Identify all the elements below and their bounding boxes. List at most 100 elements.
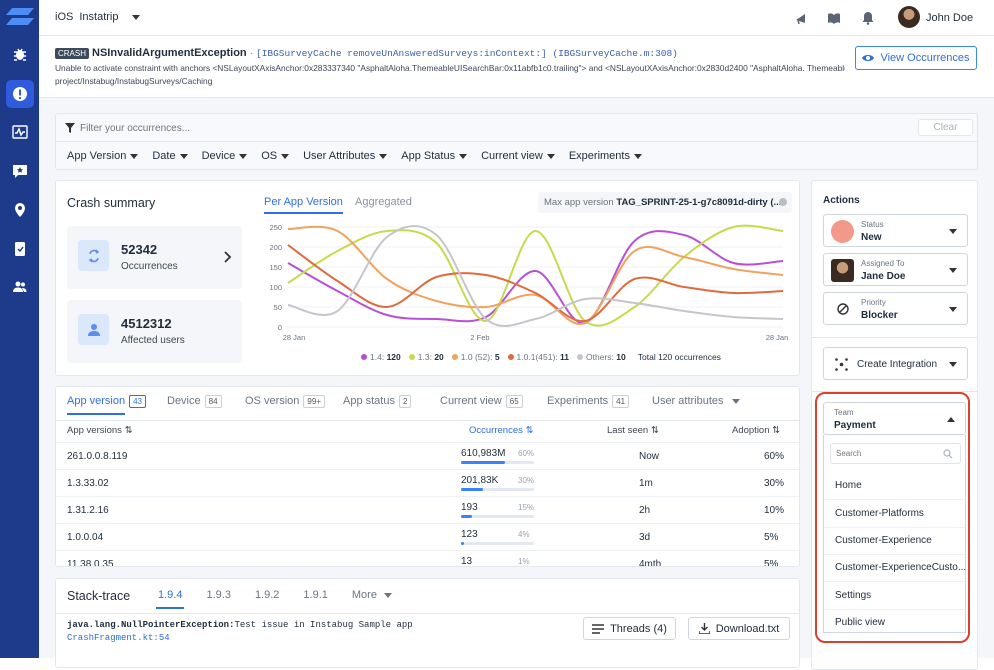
header-app-versions[interactable]: App versions ⇅ <box>67 425 133 436</box>
megaphone-icon[interactable] <box>794 11 808 25</box>
team-search-box[interactable] <box>830 443 961 464</box>
tab-aggregated[interactable]: Aggregated <box>355 196 412 208</box>
docs-book-icon[interactable] <box>827 11 841 25</box>
avatar[interactable] <box>898 6 920 28</box>
status-select[interactable]: Status New <box>823 214 968 247</box>
row-occ-percent: 30% <box>518 476 534 485</box>
download-button[interactable]: Download.txt <box>688 617 790 640</box>
release-phone-icon[interactable] <box>6 235 34 263</box>
team-option[interactable]: Customer-Experience <box>824 527 965 554</box>
app-switcher[interactable]: iOS Instatrip <box>55 11 140 23</box>
table-row[interactable]: 1.31.2.1619315%2h10% <box>56 496 799 523</box>
header-adoption-label: Adoption <box>732 425 770 436</box>
priority-select[interactable]: Priority Blocker <box>823 292 968 325</box>
legend-label: 1.3: <box>418 352 432 362</box>
stack-version-tab[interactable]: 1.9.2 <box>253 589 281 609</box>
series-line-5[interactable] <box>288 226 783 326</box>
row-occurrences: 201,83K <box>461 475 498 486</box>
list-icon <box>592 624 604 634</box>
crash-alert-icon[interactable] <box>6 80 34 108</box>
notification-bell-icon[interactable] <box>861 11 875 25</box>
table-tab[interactable]: App version43 <box>67 395 167 414</box>
assigned-label: Assigned To <box>861 259 904 268</box>
legend-item[interactable]: 1.3: 20 <box>409 352 444 362</box>
row-adoption: 30% <box>764 478 784 489</box>
threads-label: Threads (4) <box>610 623 667 635</box>
feedback-icon[interactable] <box>6 157 34 185</box>
chevron-right-icon <box>224 251 232 263</box>
max-app-version-selector[interactable]: Max app version TAG_SPRINT-25-1-g7c8091d… <box>538 192 792 213</box>
chevron-down-icon <box>130 154 138 159</box>
assignee-select[interactable]: Assigned To Jane Doe <box>823 253 968 286</box>
filter-dropdown[interactable]: Current view <box>481 150 555 162</box>
table-tab[interactable]: App status2 <box>343 395 440 414</box>
clear-filter-button[interactable]: Clear <box>918 119 973 136</box>
exception-message: Test issue in Instabug Sample app <box>234 620 412 630</box>
top-bar: iOS Instatrip John Doe <box>39 0 994 36</box>
filter-dropdown[interactable]: OS <box>261 150 289 162</box>
filter-dropdown[interactable]: Experiments <box>569 150 642 162</box>
stack-version-tab[interactable]: 1.9.3 <box>204 589 232 609</box>
team-option[interactable]: Public view <box>824 609 965 636</box>
tab-per-app-version[interactable]: Per App Version <box>264 196 343 214</box>
view-occurrences-button[interactable]: View Occurrences <box>855 46 977 70</box>
user-name[interactable]: John Doe <box>926 12 973 24</box>
stack-version-tab[interactable]: 1.9.1 <box>301 589 329 609</box>
stack-version-tab[interactable]: 1.9.4 <box>156 589 184 609</box>
series-line-4[interactable] <box>288 245 783 321</box>
filter-dropdown[interactable]: App Status <box>401 150 467 162</box>
filter-dropdown[interactable]: Date <box>152 150 187 162</box>
team-option[interactable]: Home <box>824 472 965 499</box>
apm-pulse-icon[interactable] <box>6 118 34 146</box>
legend-item[interactable]: 1.4: 120 <box>361 352 401 362</box>
legend-item[interactable]: Others: 10 <box>577 352 626 362</box>
table-row[interactable]: 261.0.0.8.119610,983M60%Now60% <box>56 442 799 469</box>
team-option[interactable]: Customer-ExperienceCusto... <box>824 554 965 581</box>
team-option-label: Settings <box>835 590 871 601</box>
bug-icon[interactable] <box>6 40 34 68</box>
row-last-seen: 1m <box>639 478 653 489</box>
crash-location-link[interactable]: CrashFragment.kt:54 <box>67 633 170 643</box>
location-pin-icon[interactable] <box>6 196 34 224</box>
legend-item[interactable]: 1.0 (52): 5 <box>452 352 500 362</box>
table-tab-label: App status <box>343 395 395 407</box>
filter-dropdown[interactable]: Device <box>202 150 248 162</box>
team-option-label: Public view <box>835 617 885 628</box>
table-tab[interactable]: Current view65 <box>440 395 547 414</box>
stack-version-tab[interactable]: More <box>350 589 394 609</box>
filter-input[interactable] <box>80 120 880 136</box>
platform-label: iOS <box>55 11 73 23</box>
instabug-logo-icon[interactable] <box>6 8 34 26</box>
team-select[interactable]: Team Payment <box>823 402 966 435</box>
users-icon[interactable] <box>6 273 34 301</box>
table-row[interactable]: 1.0.0.041234%3d5% <box>56 523 799 550</box>
table-tab[interactable]: Experiments41 <box>547 395 652 414</box>
filter-dropdown[interactable]: User Attributes <box>303 150 387 162</box>
team-option[interactable]: Customer-Platforms <box>824 499 965 526</box>
table-tab[interactable]: User attributes <box>652 395 762 414</box>
create-integration-button[interactable]: Create Integration <box>823 347 968 380</box>
table-tab[interactable]: Device84 <box>167 395 245 414</box>
crash-tag: CRASH <box>55 48 89 59</box>
table-row[interactable]: 1.3.33.02201,83K30%1m30% <box>56 469 799 496</box>
row-occ-percent: 15% <box>518 503 534 512</box>
info-icon <box>779 198 787 206</box>
header-last-seen[interactable]: Last seen ⇅ <box>607 425 659 436</box>
y-tick-label: 0 <box>278 323 282 332</box>
table-tab[interactable]: OS version99+ <box>245 395 343 414</box>
team-option[interactable]: Settings <box>824 581 965 608</box>
series-line-1[interactable] <box>288 231 783 323</box>
chevron-down-icon <box>459 154 467 159</box>
occurrences-stat[interactable]: 52342 Occurrences <box>67 226 242 289</box>
priority-value: Blocker <box>861 310 898 321</box>
threads-button[interactable]: Threads (4) <box>583 617 676 640</box>
legend-item[interactable]: 1.0.1(451): 11 <box>508 352 570 362</box>
table-tab-label: User attributes <box>652 395 724 407</box>
header-adoption[interactable]: Adoption ⇅ <box>732 425 780 436</box>
row-last-seen: 2h <box>639 505 650 516</box>
team-search-input[interactable] <box>836 447 936 460</box>
filter-dropdown[interactable]: App Version <box>67 150 138 162</box>
table-row[interactable]: 11.38.0.35131%4mth5% <box>56 550 799 567</box>
header-occurrences[interactable]: Occurrences ⇅ <box>469 425 533 436</box>
chevron-down-icon <box>949 307 957 312</box>
